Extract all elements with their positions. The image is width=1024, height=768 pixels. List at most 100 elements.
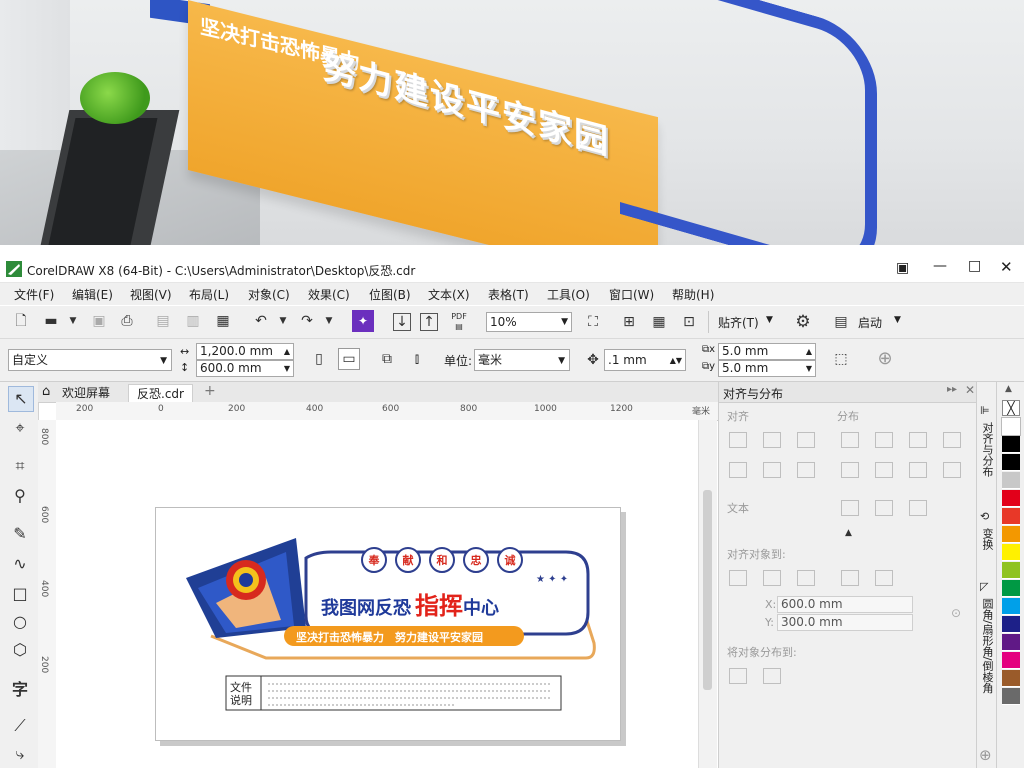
new-document-icon[interactable]: 🗋 [10, 310, 32, 332]
distribute-top-icon[interactable] [841, 462, 859, 478]
rectangle-tool-icon[interactable]: □ [8, 582, 32, 606]
no-color-swatch[interactable]: ╳ [1002, 400, 1020, 416]
menu-tools[interactable]: 工具(O) [547, 286, 590, 303]
cut-icon[interactable]: ▤ [152, 310, 174, 332]
align-to-active-icon[interactable] [729, 570, 747, 586]
artistic-media-icon[interactable]: ∿ [8, 552, 32, 576]
portrait-icon[interactable]: ▯ [308, 348, 330, 370]
panel-collapse-icon[interactable]: ▸▸ [947, 384, 957, 395]
connector-tool-icon[interactable]: ⤷ [8, 742, 32, 766]
color-swatch[interactable] [1002, 526, 1020, 543]
tab-document[interactable]: 反恐.cdr [128, 384, 193, 403]
menu-bitmap[interactable]: 位图(B) [369, 286, 411, 303]
fillet-docker-icon[interactable]: ◸ [980, 580, 988, 593]
align-center-v-icon[interactable] [763, 462, 781, 478]
color-swatch[interactable] [1002, 472, 1020, 489]
units-dropdown-icon[interactable]: ▼ [558, 351, 565, 371]
distribute-to-selection-icon[interactable] [729, 668, 747, 684]
distribute-middle-icon[interactable] [875, 462, 893, 478]
snap-dropdown-icon[interactable]: ▼ [766, 315, 773, 325]
text-first-baseline-icon[interactable] [841, 500, 859, 516]
menu-help[interactable]: 帮助(H) [672, 286, 714, 303]
import-icon[interactable]: ↓ [393, 313, 411, 331]
menu-text[interactable]: 文本(X) [428, 286, 470, 303]
launch-dropdown-icon[interactable]: ▼ [894, 315, 901, 325]
color-swatch[interactable] [1002, 580, 1020, 597]
align-x-input[interactable]: 600.0 mm [777, 596, 913, 613]
menu-object[interactable]: 对象(C) [248, 286, 290, 303]
preset-dropdown-icon[interactable]: ▼ [160, 351, 167, 371]
redo-dropdown-icon[interactable]: ▼ [318, 310, 340, 332]
scrollbar-thumb[interactable] [703, 490, 712, 690]
new-tab-icon[interactable]: + [204, 383, 216, 399]
snap-to-button[interactable]: 贴齐(T) [718, 314, 759, 331]
page-border-icon[interactable]: ⬚ [830, 348, 852, 370]
print-icon[interactable]: ⎙ [116, 310, 138, 332]
page-width-input[interactable]: 1,200.0 mm ▲ [196, 343, 294, 360]
dup-y-spinner-icon[interactable]: ▼ [806, 361, 812, 376]
align-right-icon[interactable] [797, 432, 815, 448]
crop-tool-icon[interactable]: ⌗ [8, 454, 32, 478]
show-rulers-icon[interactable]: ⊞ [618, 311, 640, 333]
zoom-level-input[interactable]: 10% ▼ [486, 312, 572, 332]
duplicate-y-input[interactable]: 5.0 mm ▼ [718, 360, 816, 377]
align-top-icon[interactable] [729, 462, 747, 478]
launch-button[interactable]: 启动 [858, 314, 882, 331]
close-icon[interactable]: ✕ [1000, 258, 1013, 276]
options-gear-icon[interactable]: ⚙ [792, 311, 814, 333]
docker-tab-transform[interactable]: 变换 [979, 528, 995, 550]
launch-app-icon[interactable]: ▤ [830, 311, 852, 333]
minimize-icon[interactable]: — [933, 258, 947, 274]
publish-pdf-icon[interactable]: PDF ▤ [448, 312, 470, 334]
color-swatch[interactable] [1002, 454, 1020, 471]
distribute-to-page-icon[interactable] [763, 668, 781, 684]
menu-edit[interactable]: 编辑(E) [72, 286, 113, 303]
menu-view[interactable]: 视图(V) [130, 286, 172, 303]
align-bottom-icon[interactable] [797, 462, 815, 478]
menu-window[interactable]: 窗口(W) [609, 286, 654, 303]
pick-tool-icon[interactable]: ↖ [8, 386, 34, 412]
distribute-bottom-icon[interactable] [909, 462, 927, 478]
align-to-grid-icon[interactable] [841, 570, 859, 586]
align-to-page-edge-icon[interactable] [763, 570, 781, 586]
save-icon[interactable]: ▣ [88, 310, 110, 332]
ellipse-tool-icon[interactable]: ○ [8, 610, 32, 634]
shape-tool-icon[interactable]: ⌖ [8, 416, 32, 440]
expand-arrow-icon[interactable]: ▲ [845, 528, 852, 538]
landscape-icon[interactable]: ▭ [338, 348, 360, 370]
tab-welcome[interactable]: 欢迎屏幕 [54, 384, 118, 402]
dup-x-spinner-icon[interactable]: ▲ [806, 344, 812, 359]
color-swatch[interactable] [1002, 616, 1020, 633]
paste-icon[interactable]: ▦ [212, 310, 234, 332]
width-spinner-icon[interactable]: ▲ [284, 344, 290, 359]
add-preset-icon[interactable]: ⊕ [874, 348, 896, 370]
current-page-icon[interactable]: ⫾ [406, 348, 428, 370]
show-guidelines-icon[interactable]: ⊡ [678, 311, 700, 333]
color-swatch[interactable] [1002, 562, 1020, 579]
pen-tool-icon[interactable]: ✎ [8, 522, 32, 546]
color-swatch[interactable] [1002, 670, 1020, 687]
menu-file[interactable]: 文件(F) [14, 286, 54, 303]
units-select[interactable]: 毫米 ▼ [474, 349, 570, 371]
all-pages-icon[interactable]: ⧉ [376, 348, 398, 370]
open-folder-icon[interactable]: ▬ [40, 310, 62, 332]
align-to-point-icon[interactable] [875, 570, 893, 586]
vertical-scrollbar[interactable] [698, 420, 717, 768]
export-icon[interactable]: ↑ [420, 313, 438, 331]
docker-add-icon[interactable]: ⊕ [979, 746, 992, 764]
copy-icon[interactable]: ▥ [182, 310, 204, 332]
text-tool-icon[interactable]: 字 [8, 678, 32, 702]
align-docker-icon[interactable]: ⊫ [980, 404, 990, 417]
height-spinner-icon[interactable]: ▼ [284, 361, 290, 376]
distribute-spacing-h-icon[interactable] [943, 432, 961, 448]
color-swatch[interactable] [1002, 490, 1020, 507]
text-bounding-box-icon[interactable] [909, 500, 927, 516]
align-left-icon[interactable] [729, 432, 747, 448]
zoom-tool-icon[interactable]: ⚲ [8, 484, 32, 508]
undo-dropdown-icon[interactable]: ▼ [272, 310, 294, 332]
color-swatch[interactable] [1002, 652, 1020, 669]
panel-close-icon[interactable]: ✕ [965, 383, 975, 397]
color-swatch[interactable] [1002, 634, 1020, 651]
docker-tab-align[interactable]: 对齐与分布 [979, 422, 995, 477]
document-page[interactable]: ★ ✦ ✦ 奉 献 和 忠 诚 我图网反恐 指挥中心 坚决打击恐怖暴力 努力建设平… [155, 507, 621, 741]
